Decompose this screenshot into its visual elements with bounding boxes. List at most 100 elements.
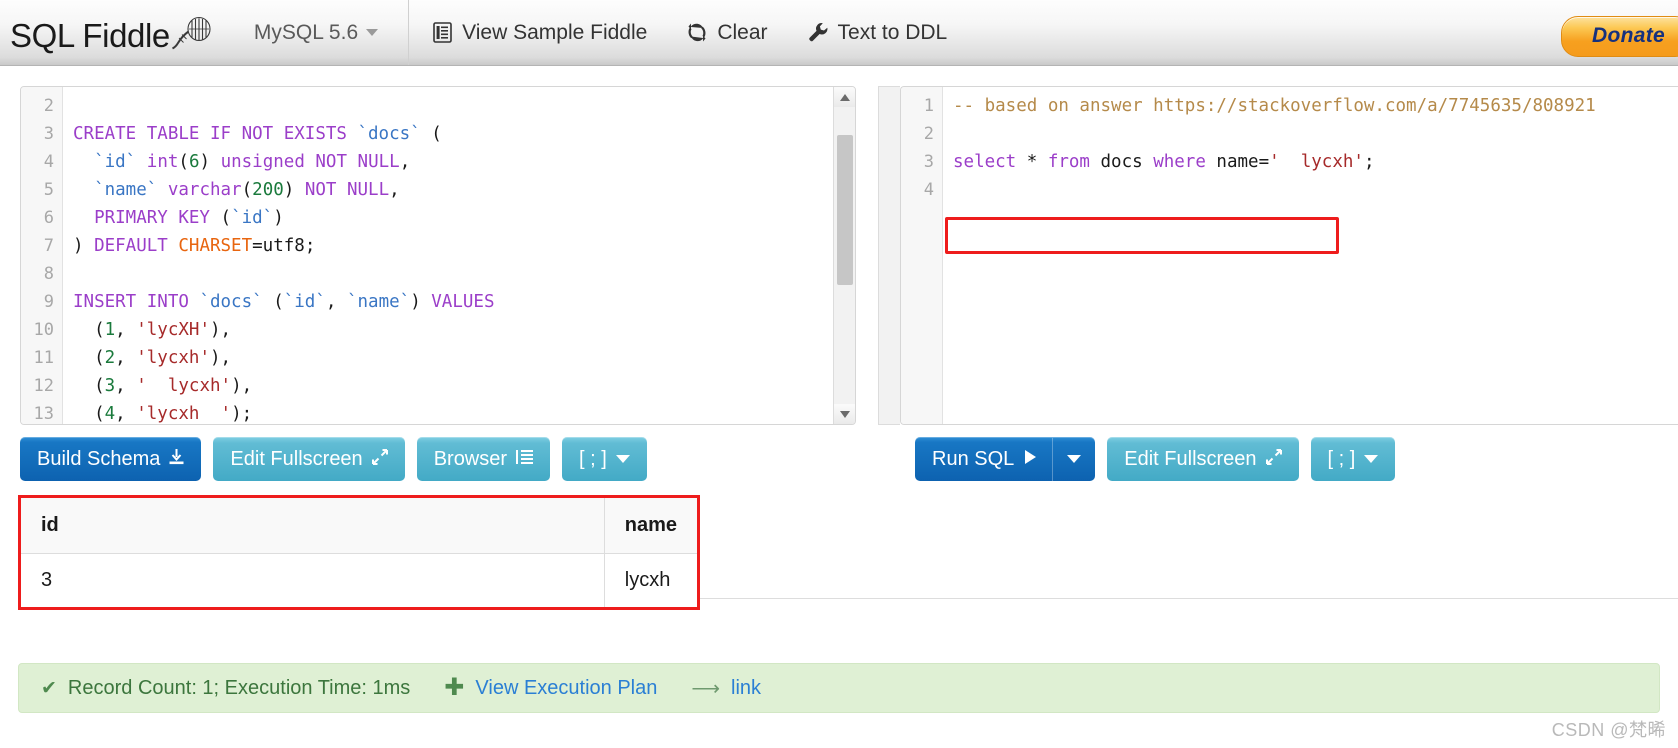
code-text: INSERT INTO `docs` (`id`, `name`) VALUES <box>63 288 494 316</box>
results-table-container: id name 3 lycxh <box>18 495 700 610</box>
scrollbar-thumb[interactable] <box>837 135 853 285</box>
schema-semicolon-dropdown-button[interactable]: [ ; ] <box>562 437 647 481</box>
browser-button[interactable]: Browser <box>416 437 551 481</box>
view-sample-fiddle-button[interactable]: View Sample Fiddle <box>413 0 667 65</box>
link-label[interactable]: link <box>731 677 761 700</box>
donate-button[interactable]: Donate <box>1561 16 1678 57</box>
code-token: , <box>325 292 347 312</box>
code-text: CREATE TABLE IF NOT EXISTS `docs` ( <box>63 120 442 148</box>
code-token: 1 <box>104 320 116 340</box>
results-table-body: 3 lycxh <box>21 553 697 607</box>
code-text: (3, ' lycxh'), <box>63 372 252 400</box>
build-schema-label: Build Schema <box>37 447 161 470</box>
code-text: (4, 'lycxh '); <box>63 400 252 424</box>
schema-edit-fullscreen-button[interactable]: Edit Fullscreen <box>213 437 405 481</box>
query-edit-fullscreen-label: Edit Fullscreen <box>1124 447 1257 470</box>
check-icon: ✔ <box>41 677 57 699</box>
code-token: ( <box>73 376 105 396</box>
code-token: 200 <box>252 180 284 200</box>
build-schema-button[interactable]: Build Schema <box>20 437 202 481</box>
clear-label: Clear <box>717 20 768 44</box>
run-sql-dropdown-button[interactable] <box>1052 437 1096 481</box>
code-line: 13 (4, 'lycxh '); <box>21 400 855 424</box>
editors-region: 2 3 CREATE TABLE IF NOT EXISTS `docs` (4 `… <box>0 66 1678 425</box>
code-token: `name` <box>346 292 411 312</box>
code-token: NOT NULL <box>304 180 390 200</box>
code-token: ) <box>199 152 221 172</box>
query-left-scroll-strip[interactable] <box>878 86 900 425</box>
database-selector[interactable]: MySQL 5.6 <box>254 21 379 45</box>
code-line: 5 `name` varchar(200) NOT NULL, <box>21 176 855 204</box>
code-token: VALUES <box>431 292 495 312</box>
code-line: 10 (1, 'lycXH'), <box>21 316 855 344</box>
column-header-name[interactable]: name <box>604 498 697 554</box>
line-number: 11 <box>33 348 54 368</box>
link-action[interactable]: ⟶ link <box>691 676 761 701</box>
query-code-area[interactable]: 1 -- based on answer https://stackoverflo… <box>901 87 1678 424</box>
code-token: 'lycXH' <box>136 320 210 340</box>
code-token: select <box>953 152 1017 172</box>
code-line: 9 INSERT INTO `docs` (`id`, `name`) VALUE… <box>21 288 855 316</box>
code-text: PRIMARY KEY (`id`) <box>63 204 284 232</box>
brand-logo-area[interactable]: SQL Fiddle <box>0 13 218 52</box>
query-editor[interactable]: 1 -- based on answer https://stackoverflo… <box>900 86 1678 425</box>
wrench-icon <box>808 22 828 43</box>
code-token: 3 <box>104 376 116 396</box>
scroll-up-arrow-icon[interactable] <box>834 87 855 107</box>
run-sql-split-button: Run SQL <box>915 437 1096 481</box>
code-token: `docs` <box>199 292 263 312</box>
code-token: ), <box>231 376 253 396</box>
column-header-id[interactable]: id <box>21 498 605 554</box>
line-number: 2 <box>43 96 54 116</box>
code-token: ) <box>410 292 432 312</box>
schema-semicolon-label: [ ; ] <box>579 447 607 470</box>
code-token: -- based on answer https://stackoverflow… <box>953 96 1596 116</box>
code-line: 11 (2, 'lycxh'), <box>21 344 855 372</box>
results-underline <box>700 598 1678 599</box>
code-text: (2, 'lycxh'), <box>63 344 231 372</box>
text-to-ddl-button[interactable]: Text to DDL <box>788 0 968 65</box>
code-line: 6 PRIMARY KEY (`id`) <box>21 204 855 232</box>
scroll-down-arrow-icon[interactable] <box>834 404 855 424</box>
code-token: `id` <box>283 292 326 312</box>
code-token: `docs` <box>357 124 421 144</box>
code-token: 4 <box>104 404 116 424</box>
browser-label: Browser <box>433 447 508 470</box>
line-number: 6 <box>43 208 54 228</box>
query-semicolon-dropdown-button[interactable]: [ ; ] <box>1310 437 1396 481</box>
code-line: 3 CREATE TABLE IF NOT EXISTS `docs` ( <box>21 120 855 148</box>
schema-code-area[interactable]: 2 3 CREATE TABLE IF NOT EXISTS `docs` (4 `… <box>21 87 855 424</box>
schema-editor[interactable]: 2 3 CREATE TABLE IF NOT EXISTS `docs` (4 `… <box>20 86 856 425</box>
clear-button[interactable]: Clear <box>667 0 787 65</box>
code-text: `name` varchar(200) NOT NULL, <box>63 176 400 204</box>
code-line: 2 <box>21 92 855 120</box>
code-text: `id` int(6) unsigned NOT NULL, <box>63 148 410 176</box>
code-line: 4 `id` int(6) unsigned NOT NULL, <box>21 148 855 176</box>
chevron-down-icon <box>615 455 630 463</box>
line-number: 3 <box>43 124 54 144</box>
code-token: , <box>115 348 137 368</box>
run-sql-button[interactable]: Run SQL <box>915 437 1053 481</box>
code-token: ) <box>273 208 284 228</box>
results-table: id name 3 lycxh <box>21 498 697 607</box>
code-token: PRIMARY KEY <box>94 208 210 228</box>
code-token: , <box>115 404 137 424</box>
query-code-lines: 1 -- based on answer https://stackoverflo… <box>901 92 1678 204</box>
download-icon <box>169 448 184 471</box>
code-token: , <box>115 376 137 396</box>
code-token: CHARSET <box>178 236 253 256</box>
schema-vertical-scrollbar[interactable] <box>833 87 855 424</box>
line-number: 3 <box>923 152 934 172</box>
code-token: `id` <box>231 208 274 228</box>
view-execution-plan-action[interactable]: ✚ View Execution Plan <box>444 676 657 700</box>
query-edit-fullscreen-button[interactable]: Edit Fullscreen <box>1107 437 1299 481</box>
query-button-row: Run SQL Edit Fullscreen [ ; ] <box>915 437 1396 481</box>
code-token: CREATE TABLE IF NOT EXISTS <box>73 124 358 144</box>
code-token: , <box>389 180 400 200</box>
view-execution-plan-label[interactable]: View Execution Plan <box>475 677 657 700</box>
code-token: name= <box>1205 152 1270 172</box>
watermark: CSDN @梵晞 <box>1551 720 1666 740</box>
code-token: ( <box>209 208 232 228</box>
